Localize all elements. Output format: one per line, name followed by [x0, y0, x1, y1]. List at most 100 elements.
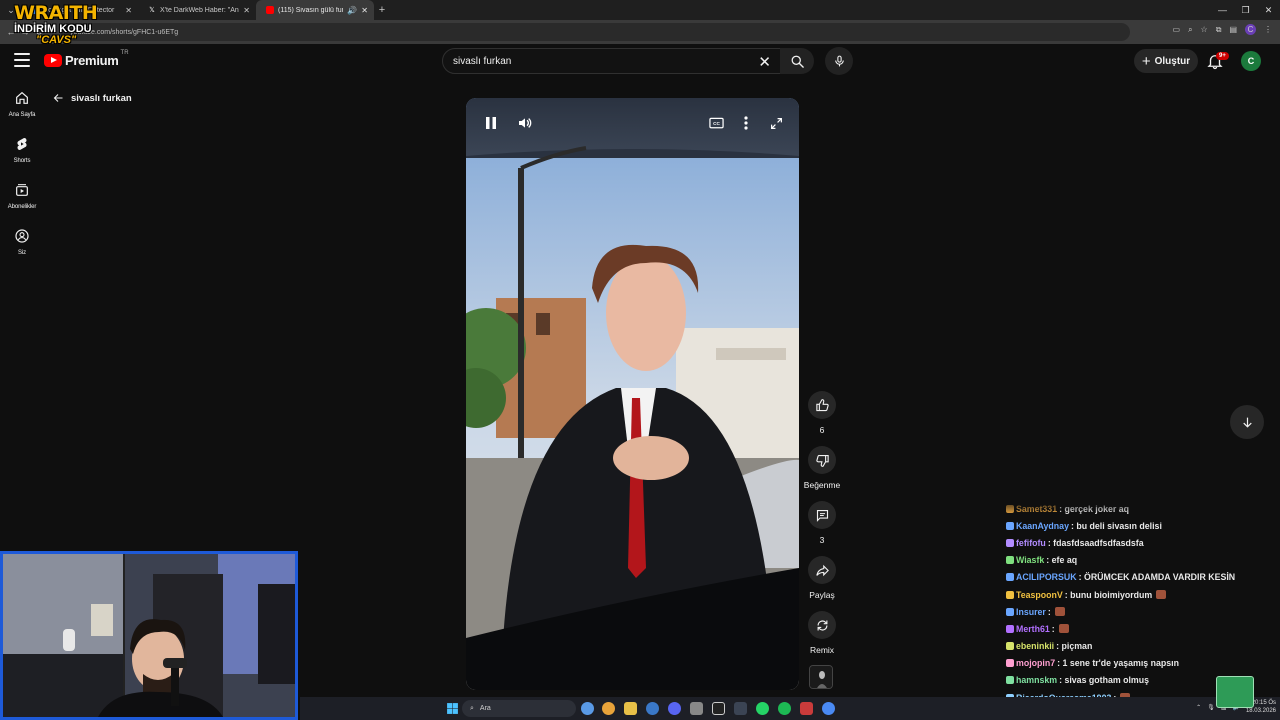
- browser-menu-icon[interactable]: ⋮: [1264, 25, 1272, 34]
- logo-word: Premium: [65, 53, 119, 68]
- next-short-button[interactable]: [1230, 405, 1264, 439]
- chat-message: mojopin7: 1 sene tr'de yaşamış napsın: [1006, 655, 1276, 672]
- youtube-logo[interactable]: Premium TR: [44, 50, 129, 68]
- remix-button[interactable]: [808, 611, 836, 639]
- chat-text: : 1 sene tr'de yaşamış napsın: [1057, 658, 1179, 669]
- taskbar-search[interactable]: ⌕ Ara: [462, 700, 576, 717]
- share-button[interactable]: [808, 556, 836, 584]
- create-button[interactable]: + Oluştur: [1134, 49, 1198, 73]
- chat-username[interactable]: fefifofu: [1016, 538, 1046, 548]
- account-avatar[interactable]: C: [1241, 51, 1261, 71]
- sidebar-icon[interactable]: ▤: [1229, 25, 1237, 34]
- sound-thumbnail[interactable]: [809, 665, 833, 689]
- more-options-button[interactable]: [735, 112, 757, 134]
- zoom-icon[interactable]: ⌕: [1188, 25, 1192, 35]
- ccleaner-icon[interactable]: [646, 702, 659, 715]
- tab-close-icon[interactable]: ✕: [243, 6, 250, 15]
- browser-profile-avatar[interactable]: C: [1245, 24, 1256, 35]
- steam-icon[interactable]: [734, 702, 747, 715]
- search-icon: [791, 55, 804, 68]
- browser-tab-2[interactable]: 𝕏 X'te DarkWeb Haber: "Ankara'da ✕: [138, 0, 256, 20]
- comment-count: 3: [819, 535, 825, 545]
- chat-username[interactable]: ACILIPORSUK: [1016, 572, 1077, 582]
- browser-tab-3[interactable]: (115) Sivasın gülü furkan 🔊 ✕: [256, 0, 374, 20]
- minimize-icon[interactable]: —: [1211, 0, 1234, 20]
- chat-badge-icon: [1006, 676, 1014, 685]
- obs-icon[interactable]: [712, 702, 725, 715]
- extensions-icon[interactable]: ⧉: [1216, 25, 1222, 35]
- screen-capture-icon[interactable]: [690, 702, 703, 715]
- sidebar-item-home[interactable]: Ana Sayfa: [0, 84, 44, 130]
- chat-badge-icon: [1006, 556, 1014, 565]
- search-back-link[interactable]: sivaslı furkan: [52, 92, 132, 104]
- whatsapp-icon[interactable]: [756, 702, 769, 715]
- tab-audio-icon[interactable]: 🔊: [347, 6, 357, 15]
- menu-icon[interactable]: [14, 53, 30, 67]
- tray-chevron-icon[interactable]: ⌃: [1196, 704, 1201, 711]
- chat-username[interactable]: Merth61: [1016, 624, 1050, 634]
- comment-button[interactable]: [808, 501, 836, 529]
- captions-icon: CC: [708, 117, 724, 129]
- cast-icon[interactable]: ▭: [1173, 25, 1181, 34]
- pause-button[interactable]: [480, 112, 502, 134]
- sidebar-item-you[interactable]: Siz: [0, 222, 44, 268]
- sound-thumbnail-image: [810, 666, 832, 688]
- shorts-video-player[interactable]: CC: [466, 98, 799, 690]
- search-value: sivaslı furkan: [453, 56, 512, 67]
- fullscreen-button[interactable]: [765, 112, 787, 134]
- address-bar[interactable]: youtube.com/shorts/gFHC1-u6ETg: [60, 23, 1130, 41]
- volume-button[interactable]: [514, 112, 536, 134]
- bookmark-star-icon[interactable]: ☆: [1201, 25, 1208, 34]
- you-icon: [15, 229, 29, 243]
- like-button[interactable]: [808, 391, 836, 419]
- spotify-icon[interactable]: [778, 702, 791, 715]
- sidebar-item-subscriptions[interactable]: Abonelikler: [0, 176, 44, 222]
- windows-start-icon[interactable]: [446, 702, 459, 715]
- chat-emote-icon: [1054, 607, 1065, 617]
- chrome-icon[interactable]: [602, 702, 615, 715]
- chat-username[interactable]: TeaspoonV: [1016, 590, 1063, 600]
- chat-badge-icon: [1006, 590, 1014, 599]
- chat-username[interactable]: Insurer: [1016, 607, 1046, 617]
- voice-search-button[interactable]: [825, 47, 853, 75]
- chat-message: Merth61:: [1006, 620, 1276, 637]
- chrome-active-icon[interactable]: [822, 702, 835, 715]
- chat-text: :: [1047, 606, 1051, 617]
- chat-username[interactable]: hamnskm: [1016, 675, 1057, 685]
- sidebar-item-shorts[interactable]: Shorts: [0, 130, 44, 176]
- copilot-icon[interactable]: [581, 702, 594, 715]
- tab-close-icon[interactable]: ✕: [125, 6, 132, 15]
- captions-button[interactable]: CC: [705, 112, 727, 134]
- restore-icon[interactable]: ❐: [1234, 0, 1257, 20]
- stream-chat-overlay: Samet331: gerçek joker aqKaanAydnay: bu …: [1006, 500, 1276, 700]
- new-tab-button[interactable]: +: [374, 4, 390, 16]
- chat-username[interactable]: ebeninkii: [1016, 641, 1054, 651]
- tab-title: (115) Sivasın gülü furkan: [278, 6, 344, 14]
- chat-username[interactable]: KaanAydnay: [1016, 521, 1069, 531]
- chat-username[interactable]: mojopin7: [1016, 658, 1055, 668]
- search-icon: ⌕: [470, 704, 474, 712]
- tab-close-icon[interactable]: ✕: [361, 6, 368, 15]
- search-input[interactable]: sivaslı furkan ✕: [442, 48, 784, 74]
- svg-text:CC: CC: [713, 121, 720, 126]
- clear-search-icon[interactable]: ✕: [758, 53, 771, 71]
- sidebar-label: Ana Sayfa: [8, 112, 36, 118]
- chat-emote-icon: [1156, 590, 1167, 600]
- back-label: sivaslı furkan: [71, 92, 132, 104]
- file-explorer-icon[interactable]: [624, 702, 637, 715]
- share-action: Paylaş: [803, 556, 841, 600]
- chat-badge-icon: [1006, 538, 1014, 547]
- thumbs-up-icon: [815, 398, 829, 411]
- discord-icon[interactable]: [668, 702, 681, 715]
- extension-row: ▭ ⌕ ☆ ⧉ ▤ C ⋮: [1173, 24, 1272, 35]
- dislike-button[interactable]: [808, 446, 836, 474]
- search-button[interactable]: [780, 48, 814, 74]
- browser-toolbar: ← → ↻ youtube.com/shorts/gFHC1-u6ETg ▭ ⌕…: [0, 20, 1280, 44]
- browser-tab-bar: ⌄ KickSight Link Detector ✕ 𝕏 X'te DarkW…: [0, 0, 1280, 20]
- chat-text: : bu deli sivasın delisi: [1070, 520, 1162, 531]
- sponsor-name: WRAITH: [14, 2, 98, 24]
- chat-username[interactable]: Wiasfk: [1016, 555, 1044, 565]
- game-launcher-icon[interactable]: [800, 702, 813, 715]
- microphone-tray-icon[interactable]: 🎙: [1207, 704, 1215, 711]
- close-window-icon[interactable]: ✕: [1257, 0, 1280, 20]
